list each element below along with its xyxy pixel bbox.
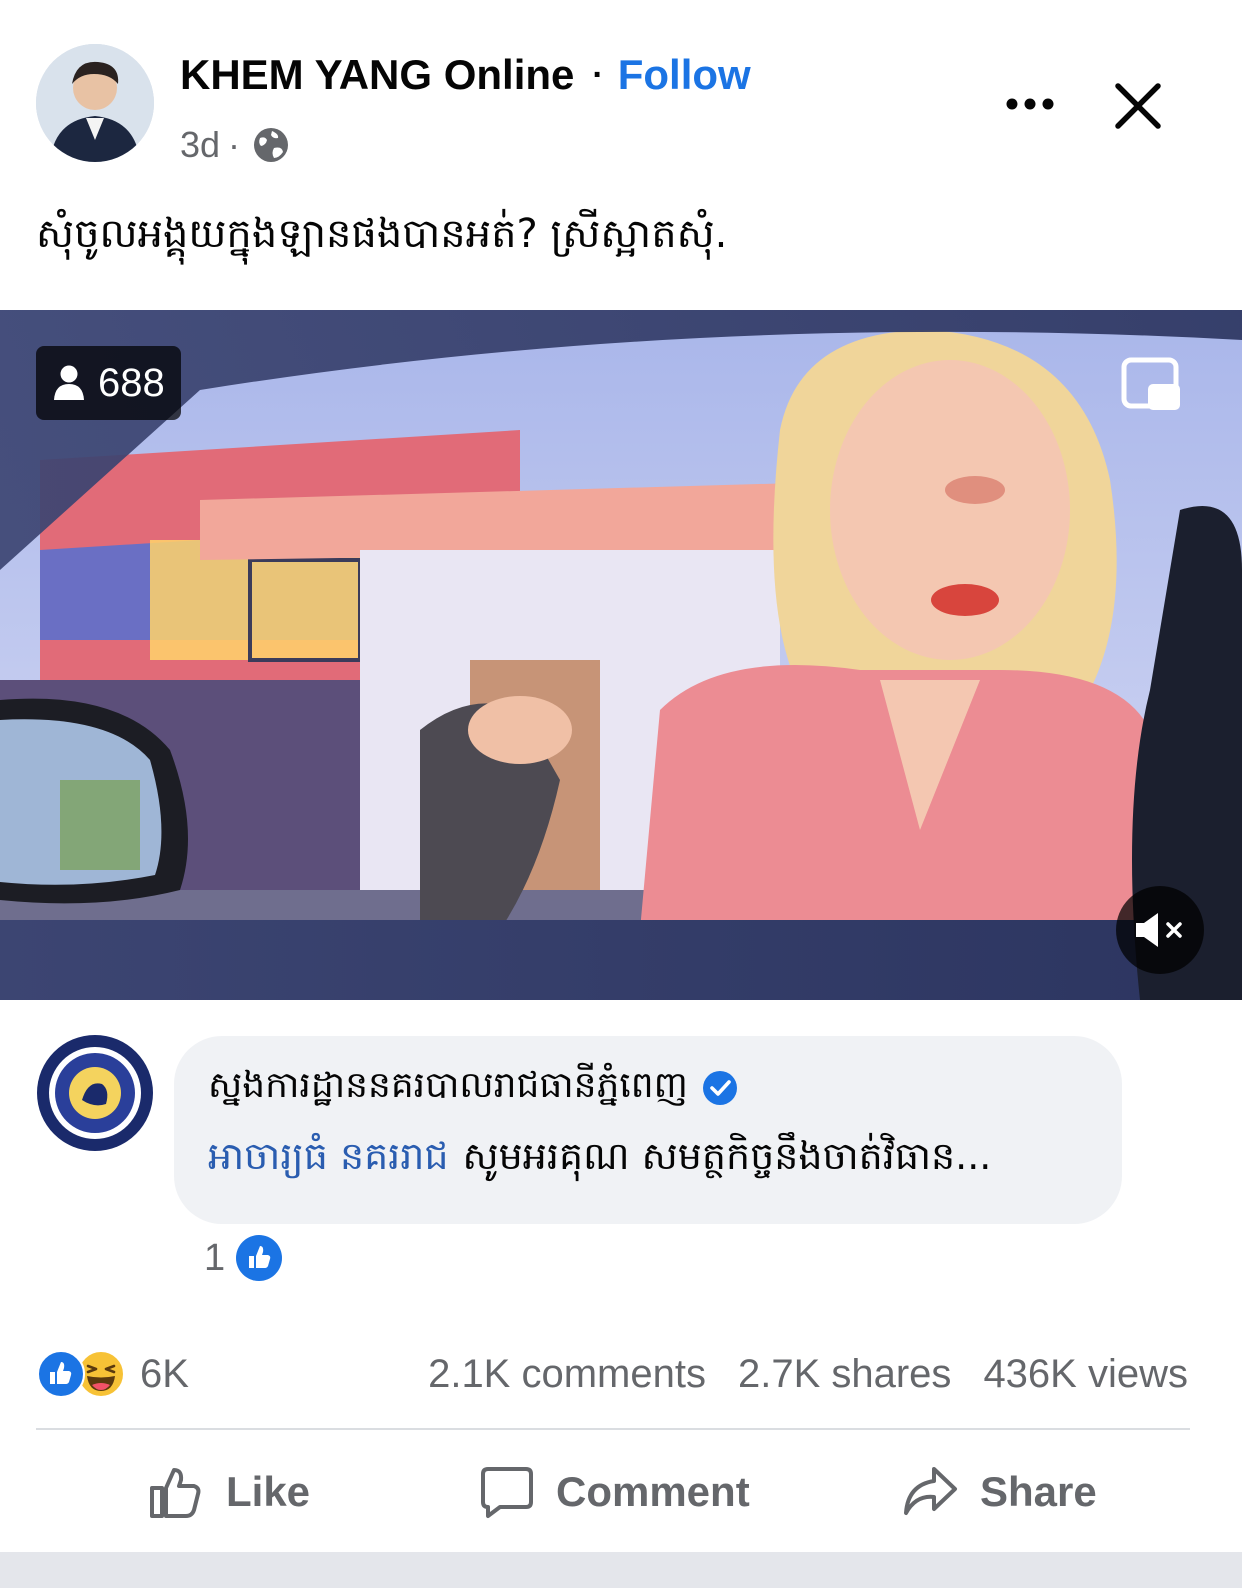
like-reaction-icon [37, 1350, 85, 1398]
comment-like-count: 1 [204, 1236, 226, 1279]
reaction-summary[interactable]: 6K [36, 1349, 189, 1399]
action-bar: Like Comment Share [0, 1452, 1242, 1532]
author-name[interactable]: KHEM YANG Online [180, 51, 574, 99]
post-caption: សុំចូលអង្គុយក្នុងឡានផងបានអត់? ស្រីស្អាតស… [36, 211, 728, 257]
post-stats: 6K 2.1K comments 2.7K shares 436K views [36, 1346, 1188, 1402]
comment-reactions[interactable]: 1 [204, 1234, 283, 1282]
commenter-avatar[interactable] [36, 1034, 154, 1152]
person-icon [54, 365, 84, 400]
comment-icon [481, 1467, 533, 1518]
comment-text: សូមអរគុណ សមត្ថកិច្ចនឹងចាត់វិធាន... [462, 1134, 992, 1178]
separator-dot: · [592, 55, 604, 94]
views-count: 436K views [983, 1351, 1188, 1396]
comments-count[interactable]: 2.1K comments [428, 1352, 706, 1397]
reaction-count: 6K [140, 1351, 189, 1396]
like-label: Like [226, 1468, 311, 1515]
picture-in-picture-icon[interactable] [1120, 354, 1184, 418]
comment-mention[interactable]: អាចារ្យធំ នគររាជ [208, 1134, 449, 1178]
thumbs-up-icon [150, 1468, 201, 1518]
mute-toggle-button[interactable] [1116, 886, 1204, 974]
globe-icon [254, 128, 289, 162]
comment-bubble[interactable]: ស្នងការដ្ឋាននគរបាលរាជធានីភ្នំពេញ អាចារ្យ… [174, 1036, 1122, 1224]
comment-label: Comment [556, 1468, 750, 1515]
section-separator [0, 1552, 1242, 1588]
viewer-count-badge: 688 [36, 346, 181, 420]
video-player[interactable]: 688 [0, 310, 1242, 1000]
share-button[interactable]: Share [902, 1452, 1097, 1532]
verified-badge-icon [702, 1071, 737, 1105]
share-icon [904, 1467, 957, 1515]
like-button[interactable]: Like [148, 1452, 310, 1532]
like-reaction-icon [236, 1235, 283, 1281]
meta-separator: · [228, 124, 241, 165]
post-time[interactable]: 3d [180, 124, 220, 166]
follow-button[interactable]: Follow [618, 51, 751, 99]
close-icon[interactable] [1110, 78, 1166, 134]
viewer-count: 688 [98, 360, 165, 405]
speaker-muted-icon [1136, 913, 1182, 947]
shares-count[interactable]: 2.7K shares [738, 1352, 951, 1397]
commenter-name[interactable]: ស្នងការដ្ឋាននគរបាលរាជធានីភ្នំពេញ [208, 1062, 688, 1115]
more-icon[interactable] [1002, 84, 1058, 124]
share-label: Share [980, 1468, 1097, 1515]
comment-button[interactable]: Comment [480, 1452, 750, 1532]
video-frame [0, 310, 1242, 1000]
author-avatar[interactable] [36, 44, 154, 162]
divider [36, 1428, 1190, 1430]
